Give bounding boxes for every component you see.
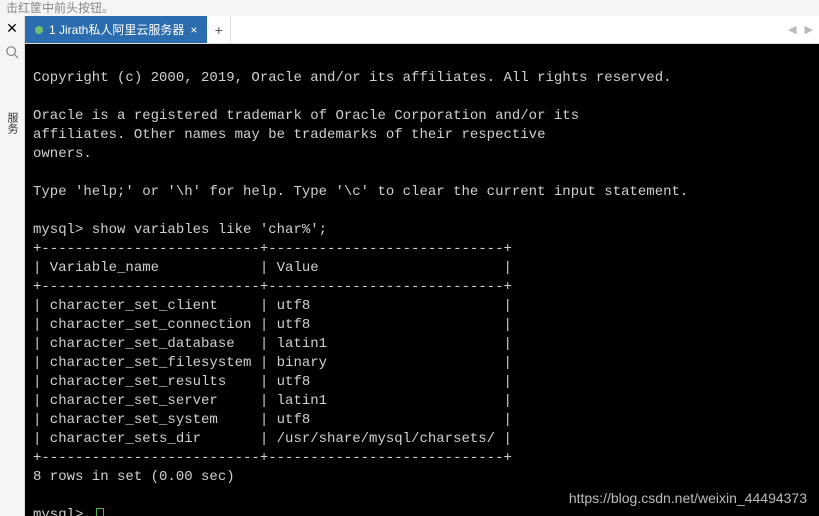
tab-active[interactable]: 1 Jirath私人阿里云服务器 × [25, 16, 207, 43]
terminal-line: 8 rows in set (0.00 sec) [33, 469, 235, 485]
tabbar: 1 Jirath私人阿里云服务器 × + ◀ ▶ [25, 16, 819, 44]
table-row: | character_set_system | utf8 | [33, 412, 512, 428]
cursor-icon [96, 508, 104, 516]
right-area: 1 Jirath私人阿里云服务器 × + ◀ ▶ Copyright (c) 2… [25, 16, 819, 516]
table-row: | character_set_database | latin1 | [33, 336, 512, 352]
terminal-line: Copyright (c) 2000, 2019, Oracle and/or … [33, 70, 672, 86]
terminal-line: affiliates. Other names may be trademark… [33, 127, 545, 143]
tab-close-icon[interactable]: × [190, 23, 197, 37]
table-row: | character_set_server | latin1 | [33, 393, 512, 409]
prompt: mysql> [33, 506, 92, 516]
table-border: +--------------------------+------------… [33, 241, 512, 257]
close-icon[interactable]: ✕ [6, 20, 18, 37]
table-header: | Variable_name | Value | [33, 260, 512, 276]
status-dot-icon [35, 26, 43, 34]
table-row: | character_set_connection | utf8 | [33, 317, 512, 333]
table-row: | character_set_client | utf8 | [33, 298, 512, 314]
left-sidebar: ✕ 服务 [0, 16, 25, 516]
tab-title: 1 Jirath私人阿里云服务器 [49, 21, 184, 38]
sidebar-label: 服务 [4, 112, 20, 134]
table-row: | character_sets_dir | /usr/share/mysql/… [33, 431, 512, 447]
add-tab-button[interactable]: + [207, 16, 231, 43]
search-icon[interactable] [5, 45, 19, 64]
tab-next-icon[interactable]: ▶ [805, 23, 813, 36]
watermark: https://blog.csdn.net/weixin_44494373 [569, 489, 807, 508]
terminal-line: Type 'help;' or '\h' for help. Type '\c'… [33, 184, 688, 200]
main-row: ✕ 服务 1 Jirath私人阿里云服务器 × + ◀ ▶ Copyright … [0, 16, 819, 516]
tab-nav: ◀ ▶ [782, 16, 819, 43]
tab-prev-icon[interactable]: ◀ [788, 23, 796, 36]
terminal[interactable]: Copyright (c) 2000, 2019, Oracle and/or … [25, 44, 819, 516]
terminal-line: owners. [33, 146, 92, 162]
terminal-line: Oracle is a registered trademark of Orac… [33, 108, 579, 124]
table-row: | character_set_results | utf8 | [33, 374, 512, 390]
table-border: +--------------------------+------------… [33, 450, 512, 466]
terminal-line: mysql> show variables like 'char%'; [33, 222, 327, 238]
table-border: +--------------------------+------------… [33, 279, 512, 295]
top-hint-strip: 击红筐中前头按钮。 [0, 0, 819, 16]
table-row: | character_set_filesystem | binary | [33, 355, 512, 371]
